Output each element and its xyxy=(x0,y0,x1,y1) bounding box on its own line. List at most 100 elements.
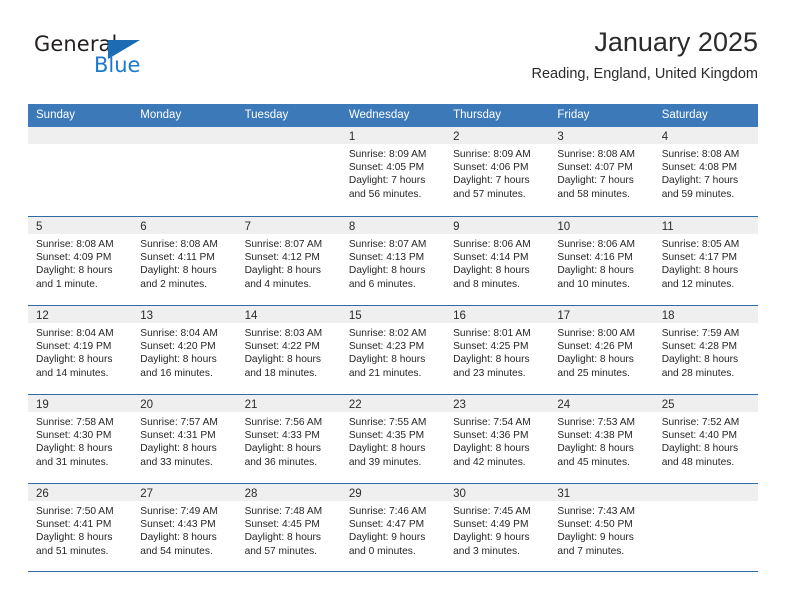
day-detail-line: Sunrise: 8:08 AM xyxy=(661,149,740,160)
day-cell-26[interactable]: 26 Sunrise: 7:50 AM Sunset: 4:41 PM Dayligh… xyxy=(28,484,133,571)
day-detail-line: Sunset: 4:05 PM xyxy=(348,162,425,174)
day-cell-14[interactable]: 14 Sunrise: 8:03 AM Sunset: 4:22 PM Dayligh… xyxy=(236,306,341,394)
day-detail-line: Sunset: 4:28 PM xyxy=(661,341,738,353)
day-number-band: 2 xyxy=(445,127,550,144)
day-number: 7 xyxy=(244,221,251,233)
day-number: 17 xyxy=(557,310,571,322)
day-detail-line: Daylight: 8 hours xyxy=(140,443,217,455)
day-cell-3[interactable]: 3 Sunrise: 8:08 AM Sunset: 4:07 PM Daylight… xyxy=(549,127,654,216)
day-cell-22[interactable]: 22 Sunrise: 7:55 AM Sunset: 4:35 PM Dayligh… xyxy=(340,395,446,483)
day-number-band xyxy=(236,127,341,144)
day-cell-5[interactable]: 5 Sunrise: 8:08 AM Sunset: 4:09 PM Daylight… xyxy=(28,217,133,305)
day-detail-line: Sunrise: 8:06 AM xyxy=(557,239,635,250)
day-number-band: 18 xyxy=(653,306,758,323)
day-number-band: 16 xyxy=(445,306,550,323)
day-cell-30[interactable]: 30 Sunrise: 7:45 AM Sunset: 4:49 PM Dayligh… xyxy=(445,484,550,571)
day-cell-10[interactable]: 10 Sunrise: 8:06 AM Sunset: 4:16 PM Dayligh… xyxy=(549,217,654,305)
day-cell-31[interactable]: 31 Sunrise: 7:43 AM Sunset: 4:50 PM Dayligh… xyxy=(549,484,654,571)
day-number-band: 28 xyxy=(236,484,341,501)
day-cell-24[interactable]: 24 Sunrise: 7:53 AM Sunset: 4:38 PM Dayligh… xyxy=(549,395,654,483)
day-number-band: 1 xyxy=(340,127,446,144)
day-detail-line: Daylight: 8 hours xyxy=(348,443,426,455)
logo-word-blue: Blue xyxy=(94,53,141,77)
day-number: 8 xyxy=(348,221,356,233)
day-number-band: 22 xyxy=(340,395,446,412)
day-detail-line: Daylight: 8 hours xyxy=(661,354,739,366)
day-number: 31 xyxy=(557,488,571,500)
day-detail-line: Sunset: 4:26 PM xyxy=(557,341,633,353)
day-detail-line: Sunset: 4:36 PM xyxy=(453,430,529,442)
day-cell-6[interactable]: 6 Sunrise: 8:08 AM Sunset: 4:11 PM Daylight… xyxy=(132,217,237,305)
day-details: Sunrise: 8:05 AM Sunset: 4:17 PM Daylight:… xyxy=(654,234,758,291)
day-detail-line: Sunset: 4:06 PM xyxy=(453,162,529,174)
day-number: 4 xyxy=(661,131,669,143)
day-cell-1[interactable]: 1 Sunrise: 8:09 AM Sunset: 4:05 PM Daylight… xyxy=(340,127,446,216)
day-detail-line: and 51 minutes. xyxy=(36,545,109,557)
weekday-header-saturday: Saturday xyxy=(661,109,708,121)
day-cell-4[interactable]: 4 Sunrise: 8:08 AM Sunset: 4:08 PM Daylight… xyxy=(653,127,758,216)
day-cell-12[interactable]: 12 Sunrise: 8:04 AM Sunset: 4:19 PM Dayligh… xyxy=(28,306,133,394)
day-detail-line: Sunrise: 7:59 AM xyxy=(661,328,740,339)
day-cell-15[interactable]: 15 Sunrise: 8:02 AM Sunset: 4:23 PM Dayligh… xyxy=(340,306,446,394)
day-details: Sunrise: 7:49 AM Sunset: 4:43 PM Daylight:… xyxy=(132,501,236,558)
page-title: January 2025 xyxy=(594,27,758,57)
day-cell-27[interactable]: 27 Sunrise: 7:49 AM Sunset: 4:43 PM Dayligh… xyxy=(132,484,237,571)
day-details: Sunrise: 8:06 AM Sunset: 4:14 PM Daylight:… xyxy=(445,234,549,291)
day-cell-2[interactable]: 2 Sunrise: 8:09 AM Sunset: 4:06 PM Daylight… xyxy=(445,127,550,216)
day-detail-line: and 36 minutes. xyxy=(244,456,318,468)
day-number: 14 xyxy=(244,310,258,322)
day-detail-line: and 18 minutes. xyxy=(244,367,318,379)
day-detail-line: Daylight: 8 hours xyxy=(36,532,113,544)
day-detail-line: Daylight: 7 hours xyxy=(348,175,426,187)
day-cell-11[interactable]: 11 Sunrise: 8:05 AM Sunset: 4:17 PM Dayligh… xyxy=(653,217,758,305)
day-detail-line: Daylight: 8 hours xyxy=(244,354,322,366)
day-number: 28 xyxy=(244,488,258,500)
day-detail-line: Sunrise: 7:57 AM xyxy=(140,417,218,428)
day-number-band: 24 xyxy=(549,395,654,412)
weekday-header-sunday: Sunday xyxy=(36,109,76,121)
day-cell-16[interactable]: 16 Sunrise: 8:01 AM Sunset: 4:25 PM Dayligh… xyxy=(445,306,550,394)
day-number-band: 30 xyxy=(445,484,550,501)
day-cell-8[interactable]: 8 Sunrise: 8:07 AM Sunset: 4:13 PM Daylight… xyxy=(340,217,446,305)
day-detail-line: and 48 minutes. xyxy=(661,456,735,468)
day-detail-line: Sunset: 4:09 PM xyxy=(36,252,112,264)
day-details: Sunrise: 8:08 AM Sunset: 4:08 PM Daylight:… xyxy=(654,144,758,201)
day-detail-line: and 7 minutes. xyxy=(557,545,625,557)
day-cell-9[interactable]: 9 Sunrise: 8:06 AM Sunset: 4:14 PM Daylight… xyxy=(445,217,550,305)
logo-word-general: General xyxy=(34,32,118,56)
day-detail-line: Daylight: 7 hours xyxy=(557,175,634,187)
day-cell-21[interactable]: 21 Sunrise: 7:56 AM Sunset: 4:33 PM Dayligh… xyxy=(236,395,341,483)
day-detail-line: and 39 minutes. xyxy=(348,456,422,468)
day-cell-17[interactable]: 17 Sunrise: 8:00 AM Sunset: 4:26 PM Dayligh… xyxy=(549,306,654,394)
day-detail-line: Daylight: 8 hours xyxy=(557,265,634,277)
day-cell-18[interactable]: 18 Sunrise: 7:59 AM Sunset: 4:28 PM Dayligh… xyxy=(653,306,758,394)
day-detail-line: and 31 minutes. xyxy=(36,456,109,468)
day-cell-13[interactable]: 13 Sunrise: 8:04 AM Sunset: 4:20 PM Dayligh… xyxy=(132,306,237,394)
day-cell-20[interactable]: 20 Sunrise: 7:57 AM Sunset: 4:31 PM Dayligh… xyxy=(132,395,237,483)
day-cell-7[interactable]: 7 Sunrise: 8:07 AM Sunset: 4:12 PM Daylight… xyxy=(236,217,341,305)
day-detail-line: and 58 minutes. xyxy=(557,188,630,200)
day-cell-25[interactable]: 25 Sunrise: 7:52 AM Sunset: 4:40 PM Dayligh… xyxy=(653,395,758,483)
day-detail-line: Sunrise: 8:06 AM xyxy=(453,239,531,250)
day-detail-line: Sunrise: 8:09 AM xyxy=(453,149,531,160)
day-number-band: 20 xyxy=(132,395,237,412)
day-detail-line: Sunrise: 8:02 AM xyxy=(348,328,427,339)
day-detail-line: Daylight: 8 hours xyxy=(244,265,322,277)
day-cell-empty xyxy=(132,127,237,216)
day-details: Sunrise: 7:48 AM Sunset: 4:45 PM Daylight:… xyxy=(237,501,341,558)
day-detail-line: Daylight: 7 hours xyxy=(453,175,530,187)
day-cell-29[interactable]: 29 Sunrise: 7:46 AM Sunset: 4:47 PM Dayligh… xyxy=(340,484,446,571)
day-number-band: 19 xyxy=(28,395,133,412)
day-detail-line: Sunset: 4:07 PM xyxy=(557,162,633,174)
general-blue-logo: General Blue xyxy=(34,34,194,90)
day-detail-line: Daylight: 7 hours xyxy=(661,175,739,187)
day-detail-line: Sunset: 4:30 PM xyxy=(36,430,112,442)
day-cell-19[interactable]: 19 Sunrise: 7:58 AM Sunset: 4:30 PM Dayligh… xyxy=(28,395,133,483)
day-number: 9 xyxy=(453,221,460,233)
day-cell-28[interactable]: 28 Sunrise: 7:48 AM Sunset: 4:45 PM Dayligh… xyxy=(236,484,341,571)
day-details: Sunrise: 7:46 AM Sunset: 4:47 PM Daylight:… xyxy=(341,501,445,558)
day-detail-line: Daylight: 8 hours xyxy=(453,443,530,455)
day-detail-line: Daylight: 8 hours xyxy=(140,354,217,366)
day-details: Sunrise: 8:06 AM Sunset: 4:16 PM Daylight:… xyxy=(549,234,653,291)
day-cell-23[interactable]: 23 Sunrise: 7:54 AM Sunset: 4:36 PM Dayligh… xyxy=(445,395,550,483)
